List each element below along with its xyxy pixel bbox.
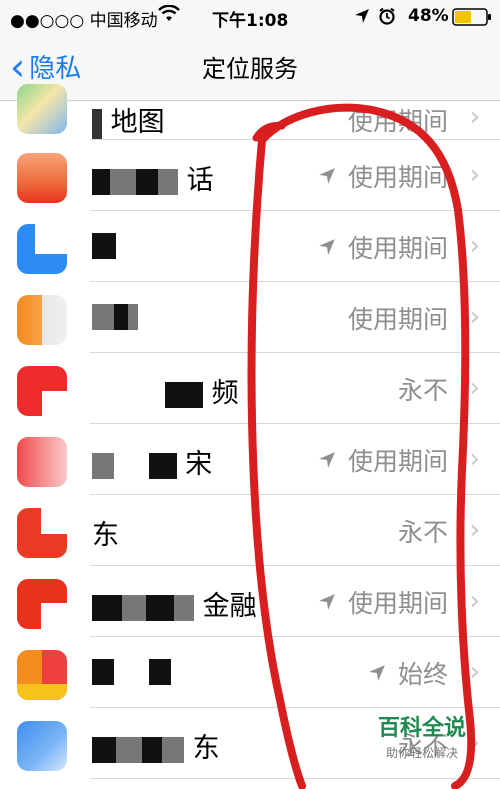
battery-percent: 48% [408, 6, 449, 26]
app-icon [17, 508, 67, 558]
app-name: 地图 [110, 107, 165, 138]
app-name: 东 [192, 733, 220, 764]
app-name: 东 [92, 520, 119, 551]
permission-status: 使用期间 [318, 442, 448, 478]
chevron-right-icon: › [469, 373, 480, 403]
chevron-right-icon: › [469, 657, 480, 687]
chevron-right-icon: › [469, 586, 480, 616]
app-name: 金融 [202, 591, 257, 622]
chevron-right-icon: › [469, 515, 480, 545]
app-icon [17, 721, 67, 771]
permission-status: 使用期间 [347, 305, 448, 334]
chevron-right-icon: › [469, 231, 480, 261]
chevron-right-icon: › [469, 444, 480, 474]
page-title: 定位服务 [202, 55, 298, 83]
carrier-label: ●●○○○ 中国移动 [10, 11, 158, 31]
app-icon [17, 295, 67, 345]
watermark-title: 百科全说 [377, 716, 466, 741]
clock: 下午1:08 [212, 11, 289, 31]
location-arrow-icon [319, 452, 335, 468]
list-item[interactable]: 频 永不 › [0, 353, 500, 424]
navigation-bar: ‹ 隐私 定位服务 [0, 34, 500, 101]
app-icon [17, 366, 67, 416]
permission-status: 始终 [368, 655, 448, 691]
location-arrow-icon [354, 8, 370, 29]
list-item[interactable]: 始终 › [0, 637, 500, 708]
list-item[interactable]: 话 使用期间 › [0, 140, 500, 211]
chevron-right-icon: › [469, 160, 480, 190]
chevron-right-icon: › [469, 102, 480, 132]
permission-status: 使用期间 [318, 158, 448, 194]
app-icon [17, 437, 67, 487]
status-bar: ●●○○○ 中国移动 下午1:08 48% [0, 0, 500, 34]
list-item[interactable]: 金融 使用期间 › [0, 566, 500, 637]
alarm-clock-icon [378, 7, 396, 30]
wifi-icon [158, 4, 180, 28]
app-location-list: 地图 使用期间 › 话 使用期间 › 使用期间 › 使用期间 › 频 永不 › … [0, 84, 500, 779]
app-name: 宋 [185, 449, 213, 480]
maps-app-icon [17, 84, 67, 134]
app-icon [17, 224, 67, 274]
location-arrow-icon [369, 665, 385, 681]
location-arrow-icon [319, 168, 335, 184]
permission-status: 永不 [397, 518, 448, 547]
location-arrow-icon [319, 239, 335, 255]
app-name: 话 [186, 165, 214, 196]
list-item[interactable]: 使用期间 › [0, 282, 500, 353]
list-item[interactable]: 使用期间 › [0, 211, 500, 282]
watermark: 百科全说 助你轻松解决 [356, 710, 488, 761]
app-icon [17, 153, 67, 203]
battery-icon [452, 8, 492, 31]
permission-status: 永不 [397, 376, 448, 405]
chevron-right-icon: › [469, 302, 480, 332]
list-item[interactable]: 东 永不 › [0, 495, 500, 566]
app-icon [17, 579, 67, 629]
app-icon [17, 650, 67, 700]
permission-status: 使用期间 [318, 229, 448, 265]
list-item[interactable]: 地图 使用期间 › [0, 84, 500, 140]
watermark-subtitle: 助你轻松解决 [385, 746, 458, 760]
permission-status: 使用期间 [347, 107, 448, 136]
list-item[interactable]: 宋 使用期间 › [0, 424, 500, 495]
app-name: 频 [211, 378, 239, 409]
location-arrow-icon [319, 594, 335, 610]
permission-status: 使用期间 [318, 584, 448, 620]
